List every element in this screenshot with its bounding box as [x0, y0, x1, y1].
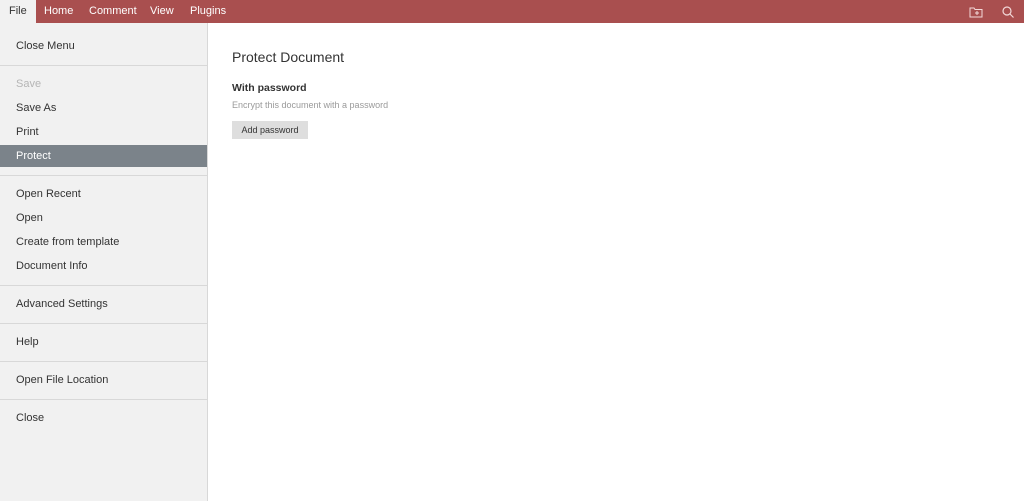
menu-open-file-location[interactable]: Open File Location — [0, 369, 207, 391]
divider — [0, 65, 207, 66]
menu-close-menu[interactable]: Close Menu — [0, 35, 207, 57]
menu-document-info[interactable]: Document Info — [0, 255, 207, 277]
menu-advanced-settings[interactable]: Advanced Settings — [0, 293, 207, 315]
menu-save: Save — [16, 78, 42, 90]
menu-save-as[interactable]: Save As — [0, 97, 207, 119]
tab-view[interactable]: View — [150, 0, 174, 23]
divider — [0, 175, 207, 176]
menu-close[interactable]: Close — [0, 407, 207, 429]
section-title: With password — [232, 82, 307, 94]
page-title: Protect Document — [232, 49, 345, 65]
section-description: Encrypt this document with a password — [232, 100, 389, 110]
search-icon[interactable] — [1001, 5, 1015, 19]
menu-create-from-template[interactable]: Create from template — [0, 231, 207, 253]
top-menu-bar: File Home Comment View Plugins — [0, 0, 1024, 23]
divider — [0, 361, 207, 362]
add-password-button[interactable]: Add password — [232, 121, 308, 139]
divider — [0, 323, 207, 324]
divider — [0, 285, 207, 286]
menu-open[interactable]: Open — [0, 207, 207, 229]
file-menu-sidebar: Close Menu Save Save As Print Protect Op… — [0, 23, 208, 501]
tab-file[interactable]: File — [0, 0, 36, 23]
menu-help[interactable]: Help — [0, 331, 207, 353]
menu-open-recent[interactable]: Open Recent — [0, 183, 207, 205]
menu-print[interactable]: Print — [0, 121, 207, 143]
protect-panel: Protect Document With password Encrypt t… — [208, 23, 1024, 501]
tab-plugins[interactable]: Plugins — [190, 0, 226, 23]
tab-comment[interactable]: Comment — [89, 0, 137, 23]
divider — [0, 399, 207, 400]
folder-icon[interactable] — [969, 5, 983, 19]
menu-protect[interactable]: Protect — [0, 145, 207, 167]
tab-home[interactable]: Home — [44, 0, 73, 23]
